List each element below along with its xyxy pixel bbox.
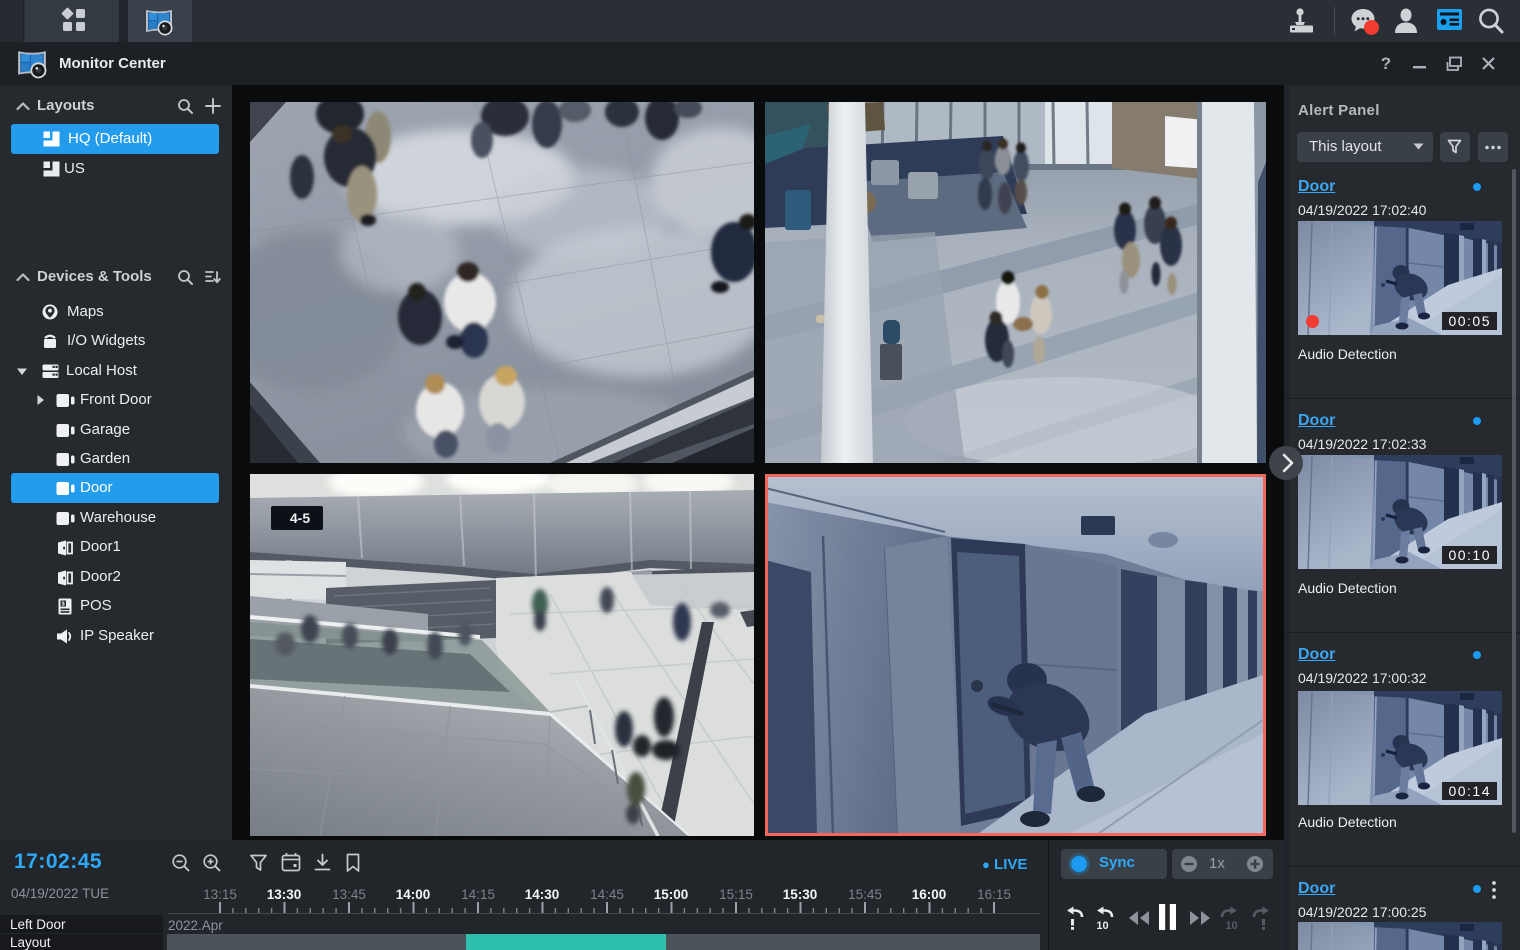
svg-text:$: $ — [62, 602, 65, 608]
svg-text:10: 10 — [1225, 920, 1237, 930]
svg-text:4-5: 4-5 — [290, 510, 310, 526]
svg-text:10: 10 — [1096, 920, 1108, 930]
